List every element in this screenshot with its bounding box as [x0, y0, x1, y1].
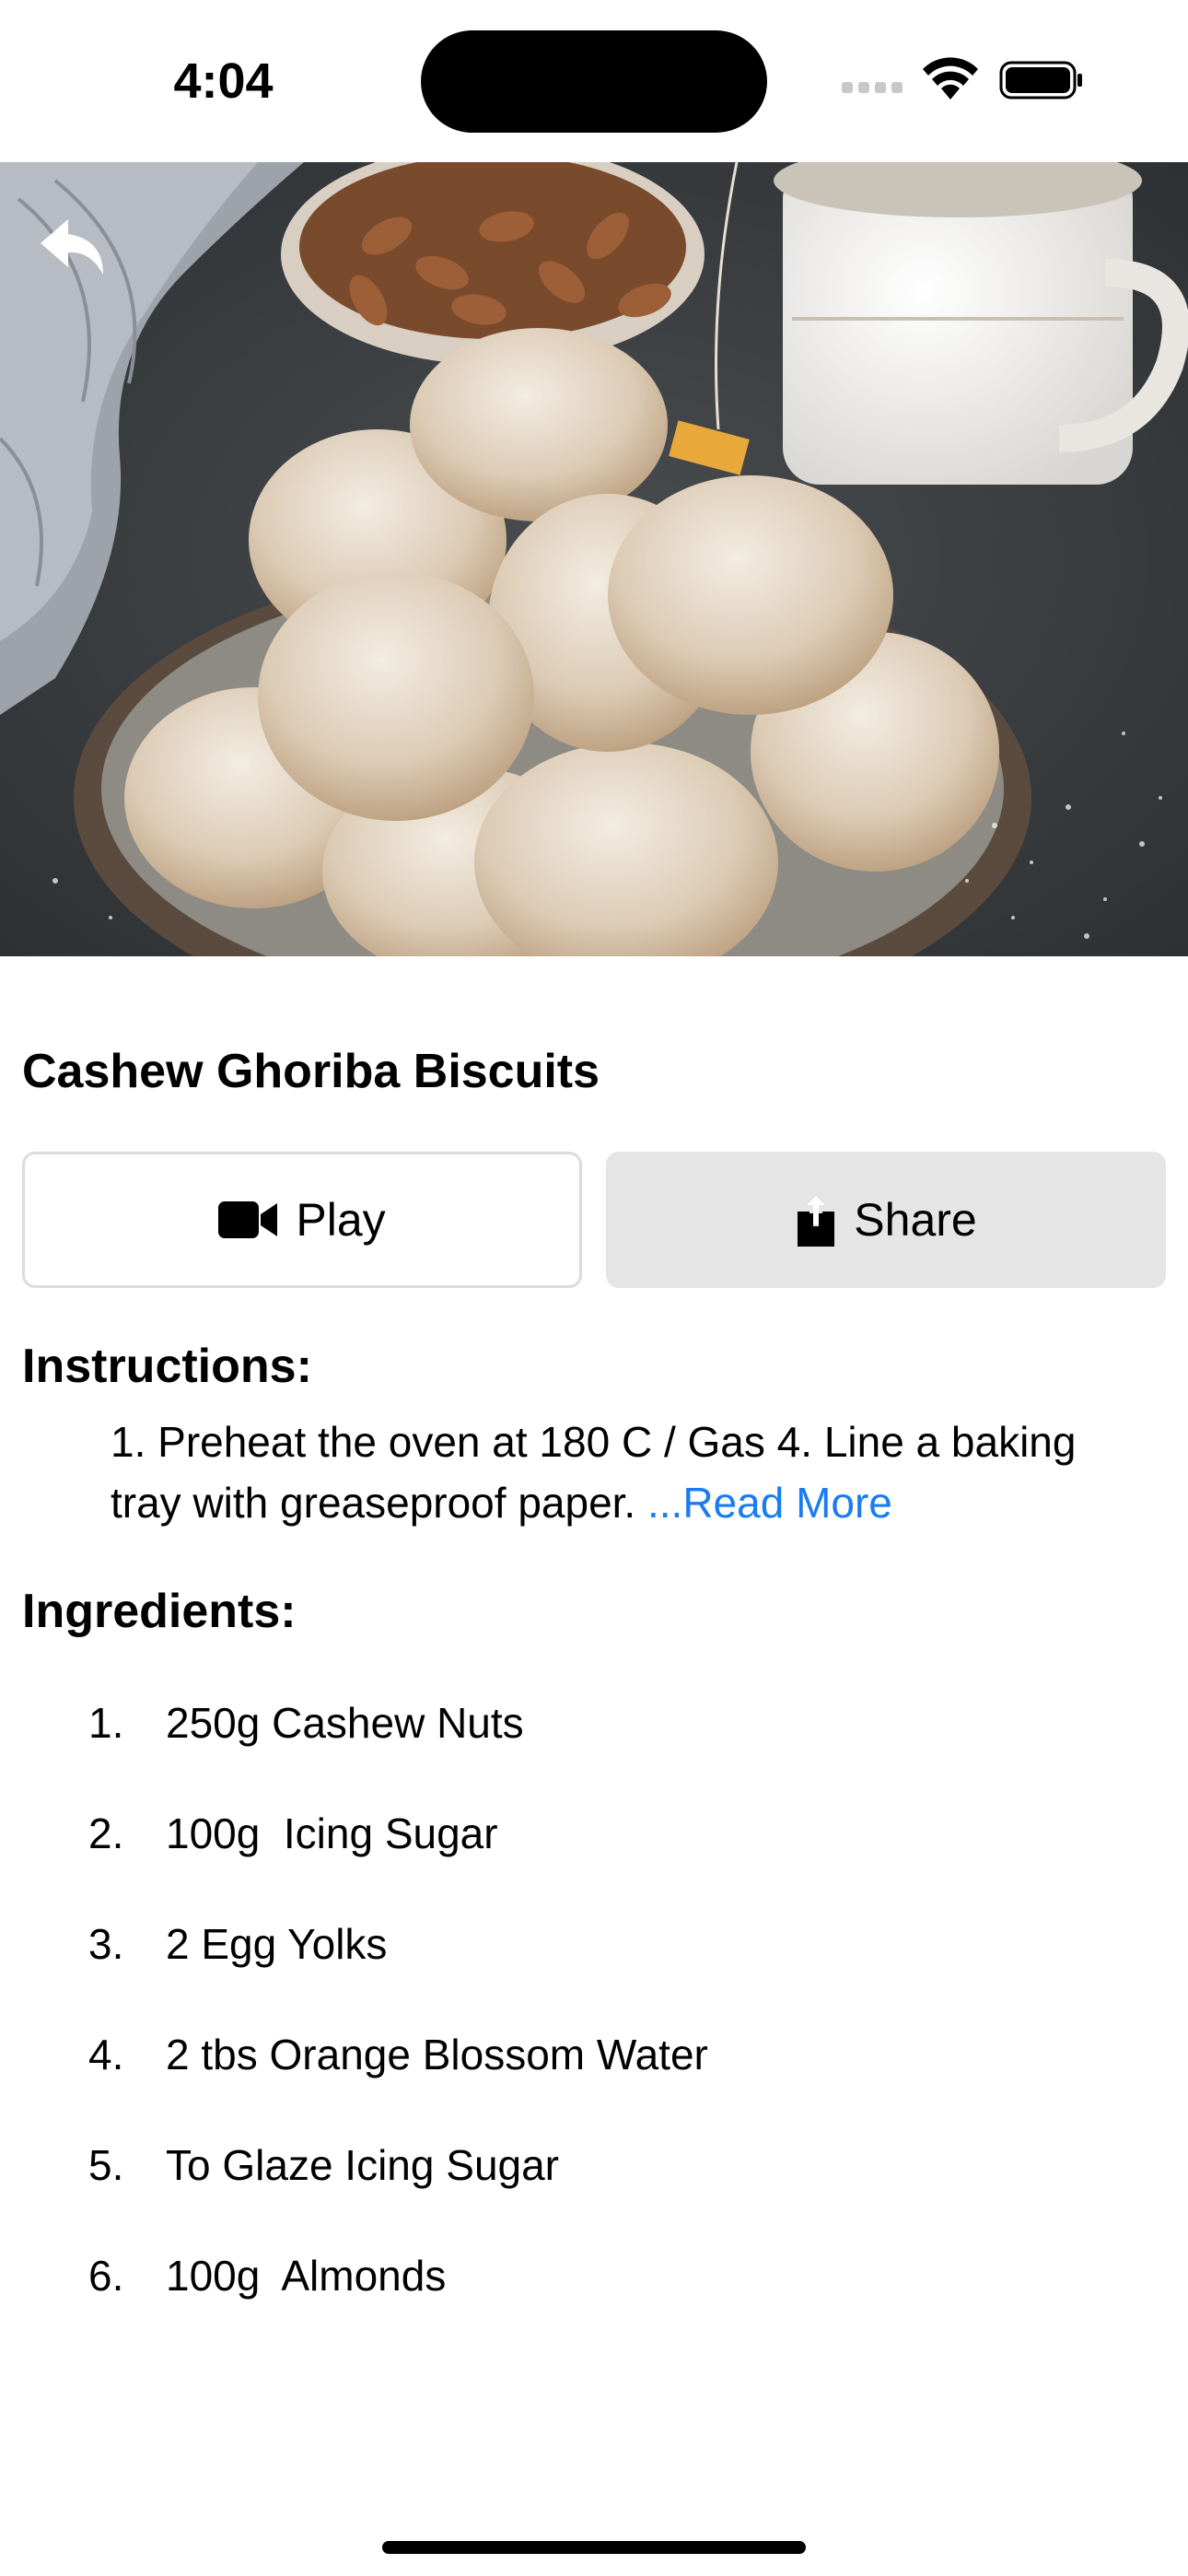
ingredient-number: 4. [88, 2031, 124, 2078]
instructions-heading: Instructions: [22, 1340, 312, 1393]
share-button[interactable]: Share [606, 1152, 1166, 1288]
share-icon [795, 1193, 837, 1247]
share-label: Share [854, 1194, 977, 1246]
ingredient-item: 4. 2 tbs Orange Blossom Water [0, 2018, 1188, 2128]
ingredient-number: 5. [88, 2141, 124, 2189]
instructions-text: 1. Preheat the oven at 180 C / Gas 4. Li… [111, 1411, 1133, 1533]
cellular-signal-icon [842, 82, 903, 93]
ingredient-number: 2. [88, 1809, 124, 1857]
ingredient-number: 6. [88, 2252, 124, 2300]
ingredient-number: 3. [88, 1920, 124, 1968]
instructions-body: 1. Preheat the oven at 180 C / Gas 4. Li… [111, 1418, 1077, 1527]
video-camera-icon [218, 1200, 279, 1240]
ingredient-number: 1. [88, 1699, 124, 1747]
status-time: 4:04 [173, 53, 274, 109]
play-label: Play [296, 1194, 386, 1246]
ingredient-text: To Glaze Icing Sugar [166, 2141, 560, 2189]
home-indicator[interactable] [382, 2541, 806, 2554]
ingredient-text: 2 tbs Orange Blossom Water [166, 2031, 708, 2078]
cookie-photo-icon [0, 162, 1188, 956]
ingredient-text: 100g Icing Sugar [166, 1809, 498, 1857]
status-bar: 4:04 [0, 0, 1188, 162]
back-arrow-icon [41, 219, 103, 275]
ingredient-item: 3. 2 Egg Yolks [0, 1907, 1188, 2018]
dynamic-island [421, 30, 767, 133]
ingredient-item: 6. 100g Almonds [0, 2239, 1188, 2349]
ingredient-item: 2. 100g Icing Sugar [0, 1797, 1188, 1907]
ingredient-text: 250g Cashew Nuts [166, 1699, 524, 1747]
recipe-title: Cashew Ghoriba Biscuits [22, 1045, 600, 1098]
recipe-photo [0, 162, 1188, 956]
ingredients-list: 1. 250g Cashew Nuts 2. 100g Icing Sugar … [0, 1686, 1188, 2349]
wifi-icon [923, 57, 978, 100]
ingredient-item: 5. To Glaze Icing Sugar [0, 2128, 1188, 2239]
ingredient-text: 100g Almonds [166, 2252, 447, 2300]
ingredient-text: 2 Egg Yolks [166, 1920, 388, 1968]
read-more-link[interactable]: ...Read More [647, 1479, 892, 1527]
ingredients-heading: Ingredients: [22, 1585, 297, 1638]
play-button[interactable]: Play [22, 1152, 582, 1288]
back-button[interactable] [37, 214, 111, 278]
battery-icon [999, 61, 1082, 100]
ingredient-item: 1. 250g Cashew Nuts [0, 1686, 1188, 1797]
